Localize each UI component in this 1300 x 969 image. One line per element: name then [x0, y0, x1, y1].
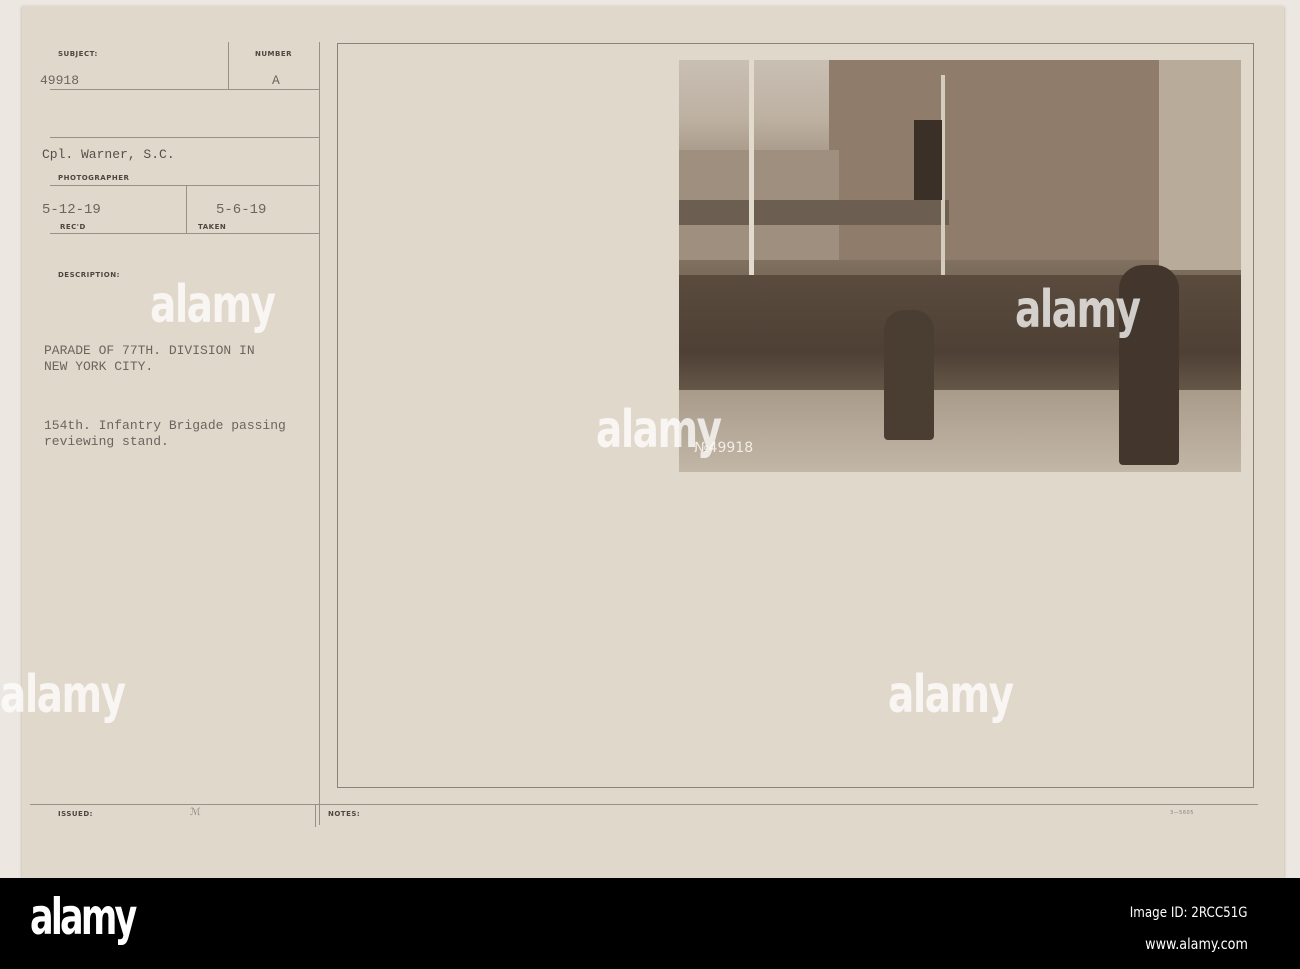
subject-label: SUBJECT:: [58, 50, 98, 58]
flag-pole: [749, 60, 754, 300]
reviewing-stand-canopy: [679, 200, 949, 225]
notes-label: NOTES:: [328, 810, 361, 818]
watermark: alamy: [596, 400, 722, 460]
divider: [50, 137, 319, 138]
number-value: A: [272, 73, 280, 88]
photographer-value: Cpl. Warner, S.C.: [42, 147, 175, 162]
soldier: [884, 310, 934, 440]
building: [829, 60, 1209, 260]
form-number: 3—5605: [1170, 810, 1194, 816]
watermark: alamy: [0, 665, 126, 725]
column-divider: [319, 42, 320, 825]
watermark: alamy: [150, 275, 276, 335]
recd-label: REC'D: [60, 223, 86, 231]
parade-photo: №49918: [679, 60, 1241, 472]
subject-value: 49918: [40, 73, 80, 88]
description-line: PARADE OF 77TH. DIVISION IN: [44, 343, 255, 358]
site-url: www.alamy.com: [1145, 935, 1248, 953]
footer-divider: [30, 804, 1258, 805]
description-label: DESCRIPTION:: [58, 271, 120, 279]
notes-divider: [315, 805, 316, 827]
footer-band: [0, 878, 1300, 969]
issued-label: ISSUED:: [58, 810, 93, 818]
flag: [914, 120, 942, 200]
divider: [50, 89, 319, 90]
description-line: reviewing stand.: [44, 434, 169, 449]
alamy-logo: alamy: [30, 888, 137, 946]
number-divider: [228, 42, 229, 89]
divider: [50, 233, 319, 234]
taken-label: TAKEN: [198, 223, 227, 231]
watermark: alamy: [1015, 280, 1141, 340]
photographer-label: PHOTOGRAPHER: [58, 174, 130, 182]
description-line: NEW YORK CITY.: [44, 359, 154, 374]
watermark: alamy: [888, 665, 1014, 725]
number-label: NUMBER: [255, 50, 293, 58]
building: [1159, 60, 1241, 270]
image-id: Image ID: 2RCC51G: [1130, 905, 1248, 921]
description-line: 154th. Infantry Brigade passing: [44, 418, 286, 433]
taken-value: 5-6-19: [216, 202, 267, 218]
issued-mark: ℳ: [190, 808, 201, 819]
recd-value: 5-12-19: [42, 202, 101, 218]
divider: [50, 185, 319, 186]
date-divider: [186, 185, 187, 233]
